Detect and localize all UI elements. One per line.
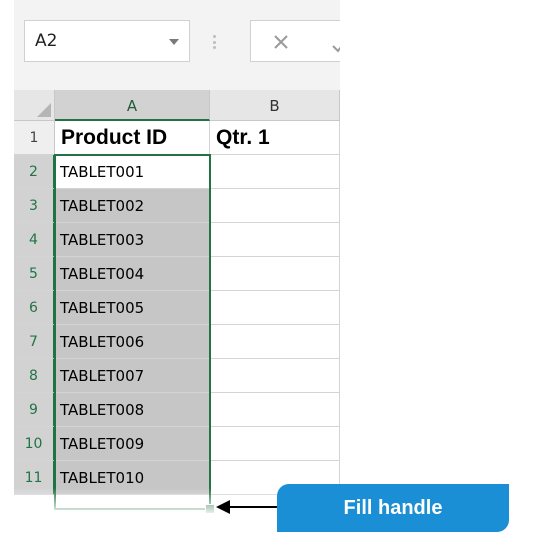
column-header-b[interactable]: B (210, 90, 340, 121)
cell-b9[interactable] (210, 393, 340, 427)
cell-b6[interactable] (210, 291, 340, 325)
cell-b7[interactable] (210, 325, 340, 359)
cell-a8[interactable]: TABLET007 (55, 359, 210, 393)
row-header[interactable]: 10 (14, 427, 55, 461)
cell-a5[interactable]: TABLET004 (55, 257, 210, 291)
row-header[interactable]: 11 (14, 461, 55, 495)
cell-a1[interactable]: Product ID (55, 121, 210, 155)
row-header[interactable]: 6 (14, 291, 55, 325)
chevron-down-icon[interactable] (169, 39, 179, 45)
table-row: 5 TABLET004 (14, 257, 340, 291)
formula-bar-buttons (250, 20, 340, 62)
cell-a6[interactable]: TABLET005 (55, 291, 210, 325)
cell-b3[interactable] (210, 189, 340, 223)
row-header[interactable]: 5 (14, 257, 55, 291)
close-icon[interactable] (271, 29, 291, 53)
table-row: 10 TABLET009 (14, 427, 340, 461)
table-row: 3 TABLET002 (14, 189, 340, 223)
formula-bar: A2 (14, 0, 340, 90)
table-row: 4 TABLET003 (14, 223, 340, 257)
cell-b4[interactable] (210, 223, 340, 257)
table-row: 9 TABLET008 (14, 393, 340, 427)
row-header[interactable]: 2 (14, 155, 55, 189)
row-header[interactable]: 3 (14, 189, 55, 223)
cell-a7[interactable]: TABLET006 (55, 325, 210, 359)
cell-b5[interactable] (210, 257, 340, 291)
row-header[interactable]: 7 (14, 325, 55, 359)
cell-a3[interactable]: TABLET002 (55, 189, 210, 223)
row-header[interactable]: 9 (14, 393, 55, 427)
row-header[interactable]: 8 (14, 359, 55, 393)
row-header[interactable]: 4 (14, 223, 55, 257)
cell-b8[interactable] (210, 359, 340, 393)
table-row: 7 TABLET006 (14, 325, 340, 359)
table-row: 6 TABLET005 (14, 291, 340, 325)
fill-handle-callout: Fill handle (277, 484, 509, 532)
select-all-corner[interactable] (14, 90, 55, 121)
select-all-icon (37, 103, 51, 117)
cell-a2[interactable]: TABLET001 (55, 155, 210, 189)
cell-b1[interactable]: Qtr. 1 (210, 121, 340, 155)
worksheet-grid[interactable]: A B 1 Product ID Qtr. 1 2 TABLET001 3 TABLET00… (14, 90, 340, 516)
cell-a10[interactable]: TABLET009 (55, 427, 210, 461)
cell-a4[interactable]: TABLET003 (55, 223, 210, 257)
table-row: 8 TABLET007 (14, 359, 340, 393)
check-icon[interactable] (329, 35, 340, 55)
cell-b2[interactable] (210, 155, 340, 189)
row-header[interactable]: 1 (14, 121, 55, 155)
table-row: 1 Product ID Qtr. 1 (14, 121, 340, 155)
fill-handle[interactable] (205, 504, 215, 514)
column-header-a[interactable]: A (55, 90, 210, 121)
cell-a11[interactable]: TABLET010 (55, 461, 210, 495)
name-box[interactable]: A2 (24, 20, 190, 62)
excel-window: A2 A B 1 Product ID Qtr. 1 2 TABLET001 3 TABLE… (14, 0, 340, 516)
cell-b10[interactable] (210, 427, 340, 461)
cell-a9[interactable]: TABLET008 (55, 393, 210, 427)
name-box-value: A2 (35, 31, 58, 51)
arrow-left-icon (216, 500, 280, 514)
formula-bar-grip-icon (213, 35, 216, 49)
table-row: 2 TABLET001 (14, 155, 340, 189)
